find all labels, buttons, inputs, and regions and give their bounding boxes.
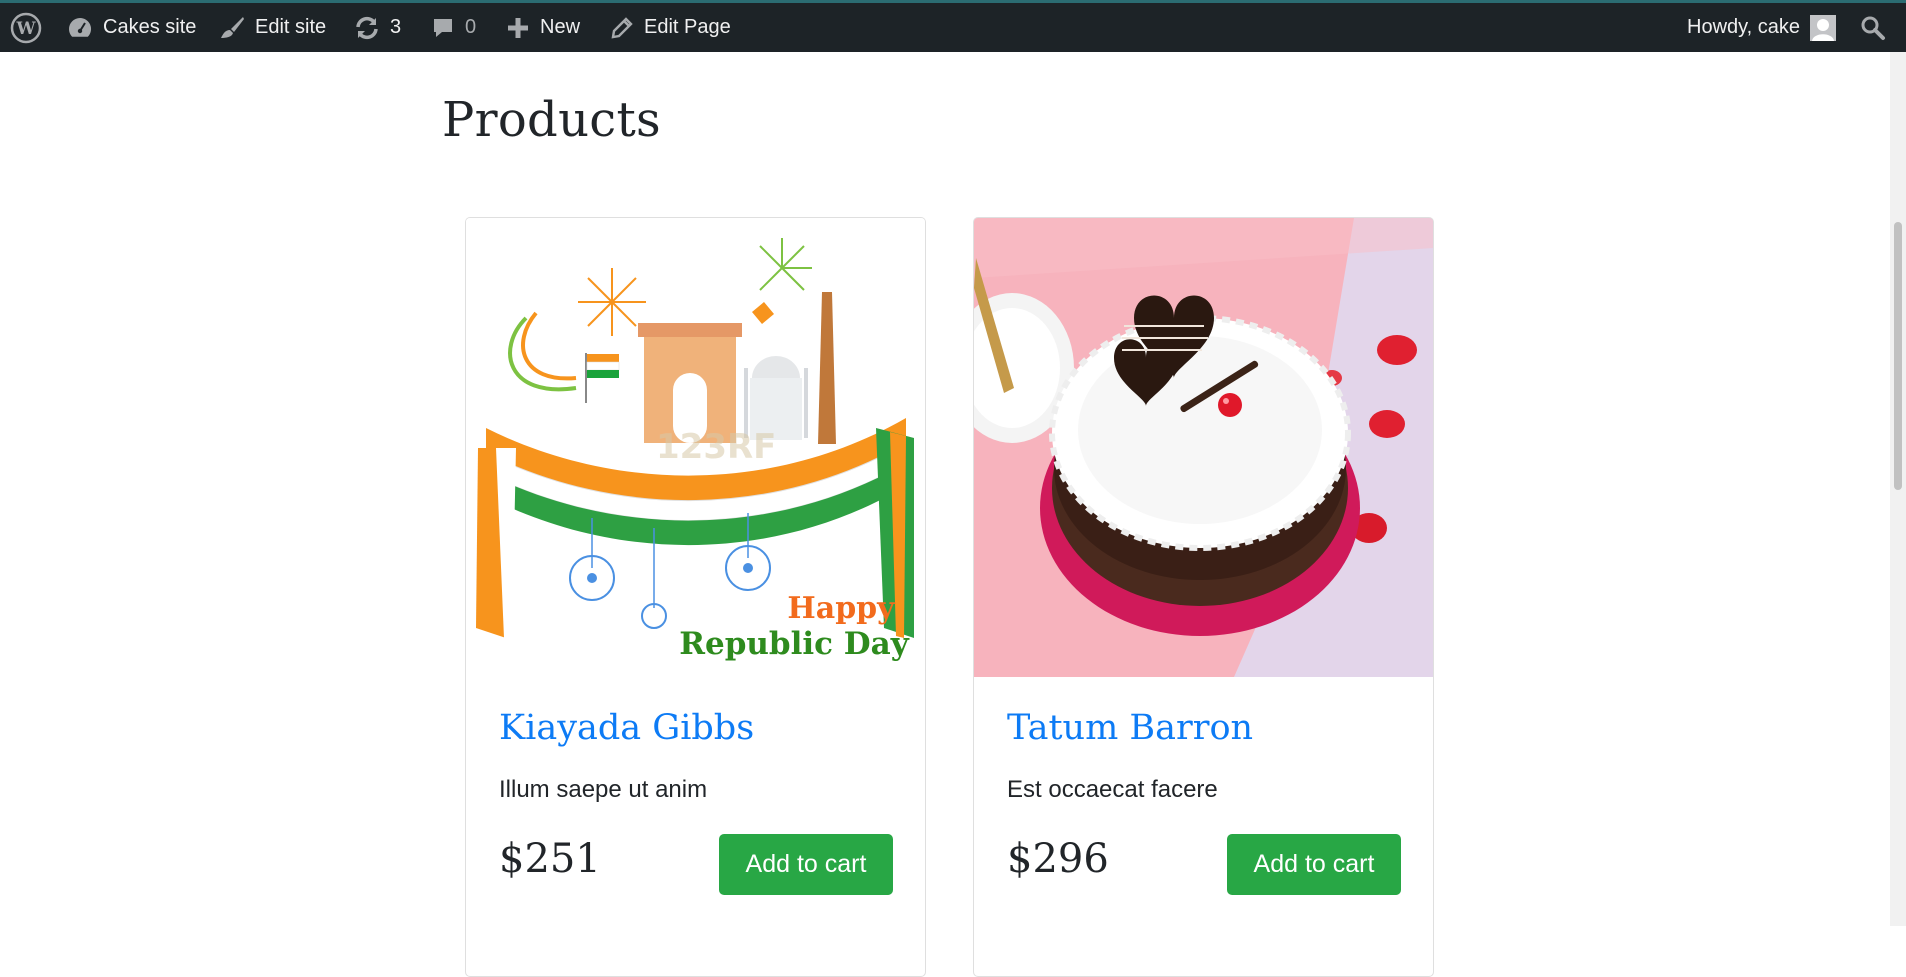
product-description: Illum saepe ut anim (499, 776, 708, 803)
howdy-label: Howdy, cake (1687, 16, 1801, 38)
comments-count: 0 (465, 16, 477, 38)
updates-refresh-icon (354, 16, 380, 40)
add-to-cart-button[interactable]: Add to cart (719, 834, 893, 895)
search-icon[interactable] (1860, 3, 1886, 52)
dashboard-gauge-icon (67, 16, 93, 40)
page-title: Products (442, 92, 661, 148)
updates-menu[interactable]: 3 (354, 3, 401, 52)
edit-page-label: Edit Page (644, 16, 731, 38)
my-account-menu[interactable]: Howdy, cake (1687, 3, 1837, 52)
product-image[interactable]: 123RF Happy Republic Day (466, 218, 925, 677)
wordpress-logo-icon[interactable]: W (10, 3, 42, 52)
comment-bubble-icon (431, 16, 455, 40)
new-content-menu[interactable]: New (506, 3, 580, 52)
new-label: New (540, 16, 581, 38)
admin-bar: W Cakes site Edit site 3 0 New Edit Page… (0, 0, 1906, 52)
edit-site-label: Edit site (255, 16, 327, 38)
product-card: Tatum Barron Est occaecat facere $296 Ad… (973, 217, 1434, 977)
image-watermark: 123RF (656, 427, 776, 467)
product-title-link[interactable]: Tatum Barron (1007, 708, 1253, 748)
product-description: Est occaecat facere (1007, 776, 1218, 803)
brush-icon (219, 16, 245, 40)
svg-text:W: W (15, 19, 36, 39)
comments-menu[interactable]: 0 (431, 3, 476, 52)
edit-site-menu[interactable]: Edit site (219, 3, 326, 52)
product-title-link[interactable]: Kiayada Gibbs (499, 708, 754, 748)
product-image[interactable] (974, 218, 1433, 677)
site-name-menu[interactable]: Cakes site (67, 3, 196, 52)
page-scrollbar[interactable] (1890, 52, 1906, 926)
site-name-label: Cakes site (103, 16, 197, 38)
image-banner-line1: Happy (787, 591, 896, 626)
scrollbar-thumb[interactable] (1894, 222, 1902, 490)
product-price: $296 (1007, 836, 1109, 882)
pencil-icon (610, 16, 634, 40)
plus-icon (506, 16, 530, 40)
add-to-cart-button[interactable]: Add to cart (1227, 834, 1401, 895)
avatar (1810, 14, 1837, 41)
updates-count: 3 (390, 16, 402, 38)
product-price: $251 (499, 836, 601, 882)
product-card: 123RF Happy Republic Day Kiayada Gibbs I… (465, 217, 926, 977)
edit-page-menu[interactable]: Edit Page (610, 3, 731, 52)
image-banner-line2: Republic Day (679, 626, 910, 662)
